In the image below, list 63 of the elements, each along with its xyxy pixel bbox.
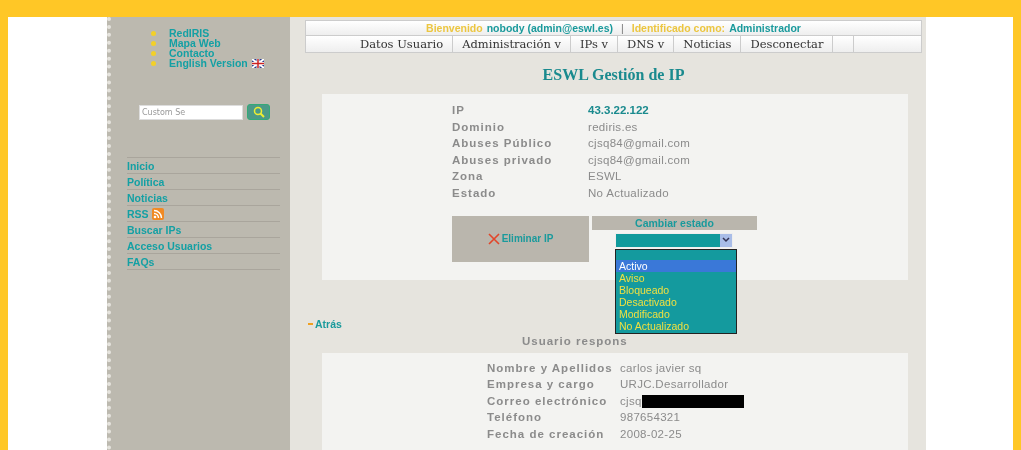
- field-value: rediris.es: [588, 119, 639, 135]
- field-value: URJC.Desarrollador: [620, 377, 729, 393]
- user-name: nobody (admin@eswl.es): [486, 22, 614, 34]
- field-label: Abuses Público: [452, 136, 554, 152]
- bullet-icon: [151, 60, 156, 66]
- nav-link[interactable]: Noticias: [127, 191, 168, 204]
- delete-button[interactable]: Eliminar IP: [452, 215, 589, 262]
- menu-item[interactable]: Noticias: [674, 36, 742, 52]
- dropdown-option[interactable]: Modificado: [616, 307, 736, 320]
- field-label: Fecha de creación: [487, 426, 606, 442]
- field-label: Nombre y Apellidos: [487, 360, 614, 376]
- role-label: Identificado como:: [631, 22, 726, 34]
- ip-link[interactable]: 43.3.22.122: [588, 102, 908, 119]
- field-value: ESWL: [588, 169, 623, 185]
- field-label: Correo electrónico: [487, 393, 609, 409]
- field-label: IP: [452, 103, 466, 118]
- dropdown-option[interactable]: Bloqueado: [616, 283, 736, 296]
- nav-link[interactable]: FAQs: [127, 255, 155, 268]
- sidebar-link[interactable]: RedIRIS: [169, 27, 210, 39]
- bullet-icon: [151, 30, 156, 36]
- role-name: Administrador: [729, 22, 801, 34]
- menu-item[interactable]: Datos Usuario: [351, 36, 454, 52]
- search-button[interactable]: [247, 104, 270, 120]
- bullet-icon: [151, 50, 156, 56]
- nav-link[interactable]: Acceso Usuarios: [127, 239, 213, 252]
- field-label: Dominio: [452, 119, 506, 135]
- search-field[interactable]: Custom Se: [139, 104, 243, 120]
- separator: |: [621, 22, 624, 34]
- back-link[interactable]: Atrás: [315, 317, 342, 330]
- dropdown-option[interactable]: No Actualizado: [616, 319, 736, 332]
- menu-item[interactable]: Administración v: [453, 36, 571, 52]
- menu-item[interactable]: Desconectar: [741, 36, 834, 52]
- field-label: Zona: [452, 169, 485, 185]
- sidebar-link[interactable]: English Version: [169, 57, 248, 69]
- bullet-icon: [308, 322, 313, 325]
- search-icon: [252, 106, 265, 118]
- dropdown-option[interactable]: Desactivado: [616, 295, 736, 308]
- state-heading: Cambiar estado: [592, 215, 757, 230]
- field-value: cjsq84@gmail.com: [588, 136, 692, 152]
- field-value: carlos javier sq: [620, 360, 702, 376]
- close-icon: [487, 232, 500, 245]
- menu-item[interactable]: DNS v: [618, 36, 675, 52]
- field-value: 2008-02-25: [620, 426, 682, 442]
- field-label: Teléfono: [487, 410, 544, 426]
- dropdown-option[interactable]: Activo: [616, 259, 736, 272]
- nav-link[interactable]: RSS: [127, 207, 149, 220]
- field-label: Estado: [452, 185, 498, 201]
- field-value: cjsq: [620, 393, 642, 409]
- nav-link[interactable]: Buscar IPs: [127, 223, 182, 236]
- field-label: Abuses privado: [452, 152, 554, 168]
- dropdown-option[interactable]: Aviso: [616, 271, 736, 284]
- field-label: Empresa y cargo: [487, 377, 596, 393]
- welcome-label: Bienvenido: [426, 22, 483, 34]
- field-value: 987654321: [620, 410, 681, 426]
- page-title: ESWL Gestión de IP: [541, 66, 686, 84]
- nav-link[interactable]: Inicio: [127, 159, 155, 172]
- section-heading: Usuario respons: [522, 334, 629, 347]
- menu-item[interactable]: IPs v: [570, 36, 618, 52]
- field-value: No Actualizado: [588, 185, 670, 201]
- field-value: cjsq84@gmail.com: [588, 152, 692, 168]
- nav-link[interactable]: Política: [127, 175, 165, 188]
- bullet-icon: [151, 40, 156, 46]
- sidebar-link[interactable]: Mapa Web: [169, 37, 221, 49]
